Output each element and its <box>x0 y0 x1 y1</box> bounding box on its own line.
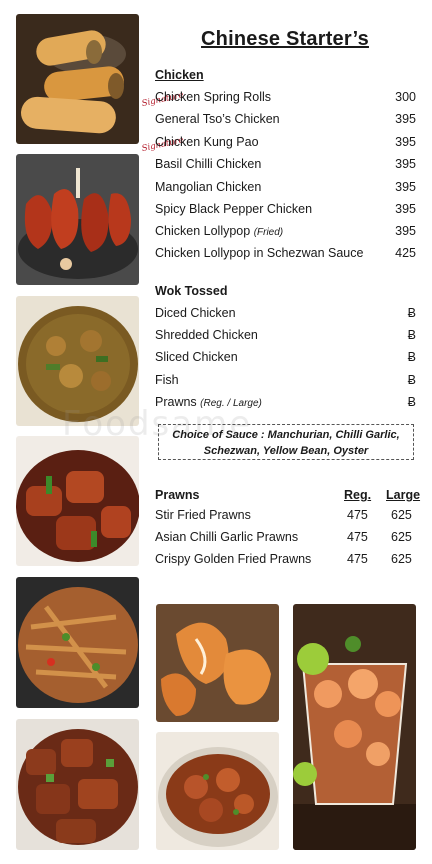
menu-item: General Tso’s Chicken 395 <box>155 112 416 130</box>
item-name: Asian Chilli Garlic Prawns <box>155 530 299 544</box>
menu-item: Chicken Lollypop (Fried) 395 <box>155 224 416 242</box>
item-price: 395 <box>395 112 416 126</box>
item-name: Crispy Golden Fried Prawns <box>155 552 312 566</box>
menu-item: Diced Chicken Ƀ <box>155 306 416 324</box>
item-price: 395 <box>395 224 416 238</box>
column-header-large: Large <box>386 488 421 502</box>
item-name: Sliced Chicken <box>155 350 238 364</box>
price-large: 625 <box>391 552 412 566</box>
prawn-cocktail-photo <box>293 604 416 850</box>
item-name: Mangolian Chicken <box>155 180 262 194</box>
shredded-chicken-photo <box>16 577 139 708</box>
menu-title: Chinese Starter’s <box>201 28 369 50</box>
item-name: Chicken Kung Pao <box>155 135 259 149</box>
item-price: 395 <box>395 135 416 149</box>
item-name: Stir Fried Prawns <box>155 508 251 522</box>
item-name: Prawns <box>155 395 197 409</box>
item-price: 395 <box>395 180 416 194</box>
chilli-chicken-photo <box>16 436 139 566</box>
menu-item: Prawns (Reg. / Large) Ƀ <box>155 395 416 413</box>
item-name: Shredded Chicken <box>155 328 258 342</box>
item-name: Chicken Lollypop <box>155 224 251 238</box>
item-price: 300 <box>395 90 416 104</box>
chicken-heading: Chicken <box>155 68 204 82</box>
menu-item: Chicken Spring Rolls 300 <box>155 90 416 108</box>
menu-item: Stir Fried Prawns 475 625 <box>155 508 417 526</box>
menu-item: Sliced Chicken Ƀ <box>155 350 416 368</box>
price-regular: 475 <box>347 530 368 544</box>
menu-item: Chicken Lollypop in Schezwan Sauce 425 <box>155 246 416 264</box>
stir-fried-prawns-photo <box>156 604 279 722</box>
item-name: Chicken Lollypop in Schezwan Sauce <box>155 246 364 260</box>
item-name: Diced Chicken <box>155 306 236 320</box>
sauce-line-2: Schezwan, Yellow Bean, Oyster <box>203 445 369 457</box>
price-large: 625 <box>391 530 412 544</box>
menu-item: Spicy Black Pepper Chicken 395 <box>155 202 416 220</box>
price-symbol: Ƀ <box>407 350 416 364</box>
item-note: (Fried) <box>253 227 284 238</box>
price-symbol: Ƀ <box>407 373 416 387</box>
menu-item: Fish Ƀ <box>155 373 416 391</box>
item-name: General Tso’s Chicken <box>155 112 280 126</box>
item-price: 425 <box>395 246 416 260</box>
menu-item: Mangolian Chicken 395 <box>155 180 416 198</box>
sauce-line-1: Choice of Sauce : Manchurian, Chilli Gar… <box>172 429 400 441</box>
price-regular: 475 <box>347 508 368 522</box>
menu-item: Chicken Kung Pao 395 <box>155 135 416 153</box>
sauce-choice-box: Choice of Sauce : Manchurian, Chilli Gar… <box>158 424 414 460</box>
price-large: 625 <box>391 508 412 522</box>
wok-tossed-heading: Wok Tossed <box>155 284 228 298</box>
item-note: (Reg. / Large) <box>200 398 262 409</box>
price-symbol: Ƀ <box>407 306 416 320</box>
item-name: Spicy Black Pepper Chicken <box>155 202 313 216</box>
price-symbol: Ƀ <box>407 328 416 342</box>
spring-rolls-photo <box>16 14 139 144</box>
item-name-with-note: Prawns (Reg. / Large) <box>155 395 262 409</box>
item-name: Fish <box>155 373 179 387</box>
chicken-lollypop-photo <box>16 154 139 285</box>
item-price: 395 <box>395 157 416 171</box>
item-name: Basil Chilli Chicken <box>155 157 262 171</box>
item-name: Chicken Spring Rolls <box>155 90 272 104</box>
prawns-heading: Prawns <box>155 488 200 502</box>
menu-item: Asian Chilli Garlic Prawns 475 625 <box>155 530 417 548</box>
price-regular: 475 <box>347 552 368 566</box>
item-price: 395 <box>395 202 416 216</box>
garlic-prawns-photo <box>156 732 279 850</box>
sliced-chicken-photo <box>16 719 139 850</box>
menu-item: Crispy Golden Fried Prawns 475 625 <box>155 552 417 570</box>
column-header-reg: Reg. <box>344 488 372 502</box>
menu-item: Basil Chilli Chicken 395 <box>155 157 416 175</box>
price-symbol: Ƀ <box>407 395 416 409</box>
menu-item: Shredded Chicken Ƀ <box>155 328 416 346</box>
item-name-with-note: Chicken Lollypop (Fried) <box>155 224 283 238</box>
